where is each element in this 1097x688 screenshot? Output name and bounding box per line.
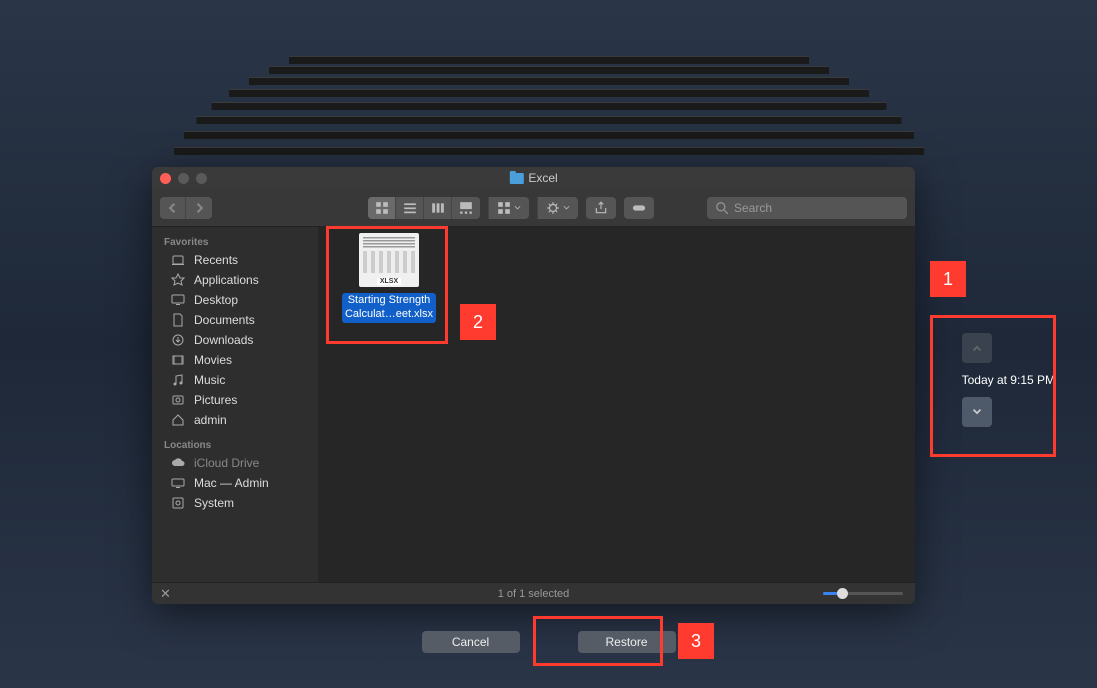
close-button[interactable] <box>160 173 171 184</box>
sidebar-item-applications[interactable]: Applications <box>152 270 318 290</box>
status-close-icon[interactable]: ✕ <box>160 586 171 602</box>
documents-icon <box>170 313 186 327</box>
search-placeholder: Search <box>734 201 772 215</box>
column-view-button[interactable] <box>424 197 452 219</box>
nav-buttons <box>160 197 212 219</box>
folder-icon <box>509 173 523 184</box>
cancel-button[interactable]: Cancel <box>422 631 520 653</box>
arrange-button[interactable] <box>488 197 529 219</box>
recents-icon <box>170 253 186 267</box>
sidebar-item-documents[interactable]: Documents <box>152 310 318 330</box>
cloud-icon <box>170 456 186 470</box>
maximize-button[interactable] <box>196 173 207 184</box>
annotation-3: 3 <box>678 623 714 659</box>
search-icon <box>715 201 729 215</box>
search-field[interactable]: Search <box>707 197 907 219</box>
toolbar: Search <box>152 189 915 227</box>
desktop-icon <box>170 293 186 307</box>
sidebar-item-recents[interactable]: Recents <box>152 250 318 270</box>
minimize-button[interactable] <box>178 173 189 184</box>
locations-header: Locations <box>152 436 318 453</box>
tags-button[interactable] <box>624 197 654 219</box>
pictures-icon <box>170 393 186 407</box>
movies-icon <box>170 353 186 367</box>
downloads-icon <box>170 333 186 347</box>
computer-icon <box>170 476 186 490</box>
sidebar-item-admin[interactable]: admin <box>152 410 318 430</box>
annotation-1-box <box>930 315 1056 457</box>
icon-view-button[interactable] <box>368 197 396 219</box>
sidebar-item-downloads[interactable]: Downloads <box>152 330 318 350</box>
sidebar-item-desktop[interactable]: Desktop <box>152 290 318 310</box>
sidebar-item-mac[interactable]: Mac — Admin <box>152 473 318 493</box>
music-icon <box>170 373 186 387</box>
zoom-slider[interactable] <box>823 592 903 595</box>
annotation-1: 1 <box>930 261 966 297</box>
window-title: Excel <box>509 171 557 185</box>
share-button[interactable] <box>586 197 616 219</box>
gallery-view-button[interactable] <box>452 197 480 219</box>
annotation-2-box <box>326 226 448 344</box>
home-icon <box>170 413 186 427</box>
sidebar-item-system[interactable]: System <box>152 493 318 513</box>
favorites-header: Favorites <box>152 233 318 250</box>
sidebar-item-music[interactable]: Music <box>152 370 318 390</box>
status-text: 1 of 1 selected <box>498 588 570 600</box>
view-mode-segment <box>368 197 480 219</box>
forward-button[interactable] <box>186 197 212 219</box>
applications-icon <box>170 273 186 287</box>
sidebar-item-icloud[interactable]: iCloud Drive <box>152 453 318 473</box>
sidebar-item-movies[interactable]: Movies <box>152 350 318 370</box>
disk-icon <box>170 496 186 510</box>
sidebar-item-pictures[interactable]: Pictures <box>152 390 318 410</box>
annotation-3-box <box>533 616 663 666</box>
annotation-2: 2 <box>460 304 496 340</box>
list-view-button[interactable] <box>396 197 424 219</box>
action-button[interactable] <box>537 197 578 219</box>
titlebar: Excel <box>152 167 915 189</box>
traffic-lights <box>160 173 207 184</box>
statusbar: ✕ 1 of 1 selected <box>152 582 915 604</box>
title-text: Excel <box>528 171 557 185</box>
sidebar: Favorites Recents Applications Desktop D… <box>152 227 318 582</box>
back-button[interactable] <box>160 197 186 219</box>
finder-window: Excel Search Favorites Recents <box>152 167 915 604</box>
